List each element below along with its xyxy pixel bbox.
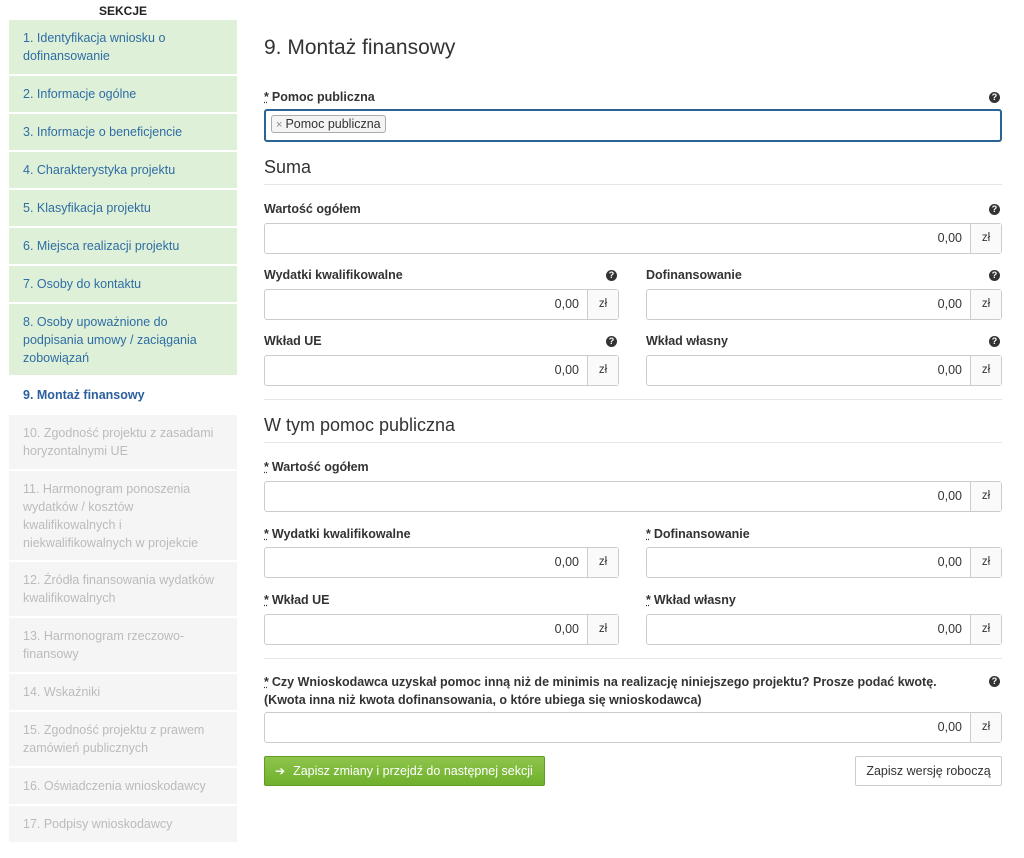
currency-addon: zł — [587, 356, 618, 385]
suma-wklad-ue-label: Wkład UE — [264, 334, 322, 348]
currency-addon: zł — [970, 713, 1001, 742]
divider — [264, 658, 1002, 659]
pp-wklad-ue-input[interactable]: 0,00 zł — [264, 614, 619, 645]
required-marker: * — [264, 593, 269, 607]
pp-dofinansowanie-input[interactable]: 0,00 zł — [646, 547, 1002, 578]
currency-addon: zł — [587, 615, 618, 644]
save-and-next-button[interactable]: ➔ Zapisz zmiany i przejdź do następnej s… — [264, 756, 545, 786]
sidebar-item-4[interactable]: 4. Charakterystyka projektu — [9, 152, 237, 188]
currency-addon: zł — [587, 290, 618, 319]
deminimis-input[interactable]: 0,00 zł — [264, 712, 1002, 743]
sidebar-item-1[interactable]: 1. Identyfikacja wniosku o dofinansowani… — [9, 20, 237, 74]
currency-addon: zł — [970, 548, 1001, 577]
sidebar-item-10[interactable]: 10. Zgodność projektu z zasadami horyzon… — [9, 415, 237, 469]
sidebar-item-8[interactable]: 8. Osoby upoważnione do podpisania umowy… — [9, 304, 237, 375]
sidebar-item-16[interactable]: 16. Oświadczenia wnioskodawcy — [9, 768, 237, 804]
currency-addon: zł — [970, 290, 1001, 319]
required-marker: * — [646, 527, 651, 541]
sidebar-item-9[interactable]: 9. Montaż finansowy — [9, 377, 237, 413]
deminimis-label: * Czy Wnioskodawca uzyskał pomoc inną niż… — [264, 675, 937, 707]
pp-dofinansowanie-label: * Dofinansowanie — [646, 527, 750, 541]
help-icon[interactable]: ? — [989, 92, 1000, 103]
suma-wklad-ue-input[interactable]: 0,00 zł — [264, 355, 619, 386]
pp-wydatki-input[interactable]: 0,00 zł — [264, 547, 619, 578]
help-icon[interactable]: ? — [606, 270, 617, 281]
section-suma-heading: Suma — [264, 157, 1002, 185]
help-icon[interactable]: ? — [989, 204, 1000, 215]
currency-addon: zł — [587, 548, 618, 577]
sidebar-item-7[interactable]: 7. Osoby do kontaktu — [9, 266, 237, 302]
suma-wartosc-label: Wartość ogółem — [264, 202, 361, 216]
tag-remove-icon[interactable]: × — [276, 119, 282, 131]
sidebar-item-12[interactable]: 12. Źródła finansowania wydatków kwalifi… — [9, 562, 237, 616]
sidebar-item-5[interactable]: 5. Klasyfikacja projektu — [9, 190, 237, 226]
suma-wklad-wlasny-input[interactable]: 0,00 zł — [646, 355, 1002, 386]
required-marker: * — [646, 593, 651, 607]
sidebar-header: SEKCJE — [98, 4, 148, 18]
currency-addon: zł — [970, 356, 1001, 385]
suma-dofinansowanie-input[interactable]: 0,00 zł — [646, 289, 1002, 320]
suma-dofinansowanie-label: Dofinansowanie — [646, 268, 742, 282]
suma-wydatki-input[interactable]: 0,00 zł — [264, 289, 619, 320]
arrow-right-icon: ➔ — [275, 764, 286, 778]
sidebar-item-15[interactable]: 15. Zgodność projektu z prawem zamówień … — [9, 712, 237, 766]
pp-wklad-wlasny-input[interactable]: 0,00 zł — [646, 614, 1002, 645]
selected-tag: × Pomoc publiczna — [271, 115, 386, 133]
page-title: 9. Montaż finansowy — [264, 36, 456, 59]
help-icon[interactable]: ? — [989, 676, 1000, 687]
sidebar-item-11[interactable]: 11. Harmonogram ponoszenia wydatków / ko… — [9, 471, 237, 560]
sidebar-item-3[interactable]: 3. Informacje o beneficjencie — [9, 114, 237, 150]
sidebar-item-6[interactable]: 6. Miejsca realizacji projektu — [9, 228, 237, 264]
help-icon[interactable]: ? — [989, 336, 1000, 347]
pomoc-publiczna-select[interactable]: × Pomoc publiczna — [264, 109, 1002, 142]
suma-wydatki-label: Wydatki kwalifikowalne — [264, 268, 403, 282]
divider — [264, 399, 1002, 400]
pp-wklad-ue-label: * Wkład UE — [264, 593, 330, 607]
pp-wydatki-label: * Wydatki kwalifikowalne — [264, 527, 411, 541]
required-marker: * — [264, 460, 269, 474]
suma-wartosc-input[interactable]: 0,00 zł — [264, 223, 1002, 254]
pp-wartosc-label: * Wartość ogółem — [264, 460, 369, 474]
required-marker: * — [264, 675, 269, 689]
currency-addon: zł — [970, 224, 1001, 253]
pp-wartosc-input[interactable]: 0,00 zł — [264, 481, 1002, 512]
sidebar-item-17[interactable]: 17. Podpisy wnioskodawcy — [9, 806, 237, 842]
section-pomoc-heading: W tym pomoc publiczna — [264, 415, 1002, 443]
pomoc-publiczna-label: * Pomoc publiczna — [264, 90, 375, 104]
currency-addon: zł — [970, 482, 1001, 511]
sidebar-item-14[interactable]: 14. Wskaźniki — [9, 674, 237, 710]
required-marker: * — [264, 90, 269, 104]
help-icon[interactable]: ? — [989, 270, 1000, 281]
help-icon[interactable]: ? — [606, 336, 617, 347]
save-draft-button[interactable]: Zapisz wersję roboczą — [855, 756, 1002, 786]
sidebar-item-13[interactable]: 13. Harmonogram rzeczowo-finansowy — [9, 618, 237, 672]
sidebar-item-2[interactable]: 2. Informacje ogólne — [9, 76, 237, 112]
pp-wklad-wlasny-label: * Wkład własny — [646, 593, 736, 607]
suma-wklad-wlasny-label: Wkład własny — [646, 334, 728, 348]
required-marker: * — [264, 527, 269, 541]
currency-addon: zł — [970, 615, 1001, 644]
sections-sidebar: SEKCJE 1. Identyfikacja wniosku o dofina… — [9, 0, 237, 844]
